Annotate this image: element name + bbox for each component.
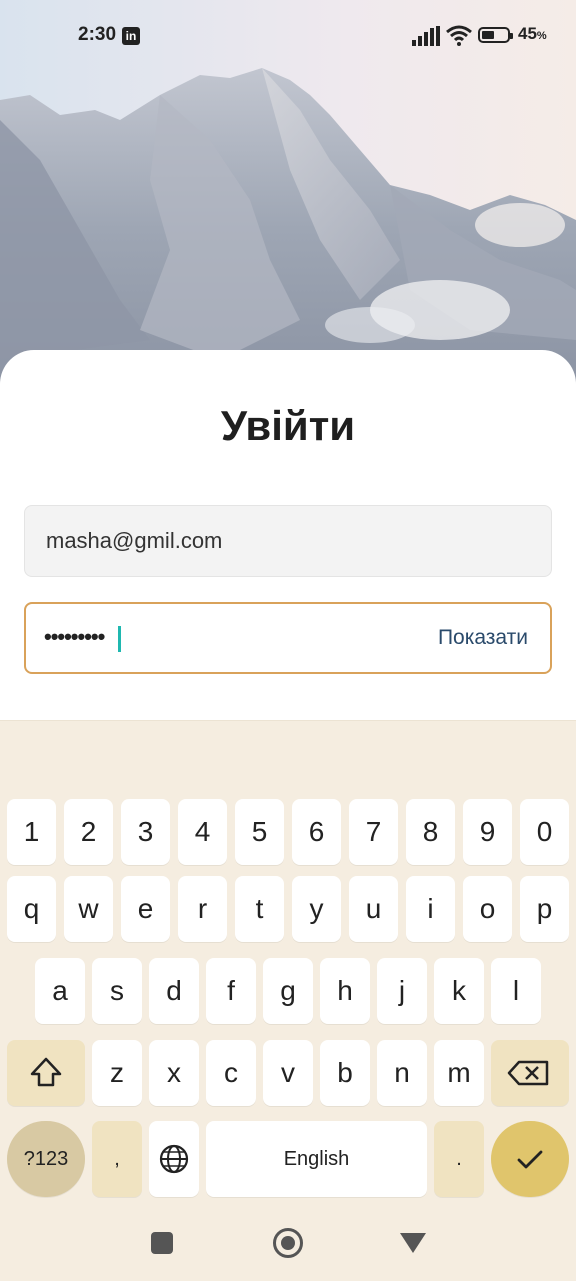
enter-key[interactable]	[491, 1121, 569, 1197]
key-k[interactable]: k	[434, 958, 484, 1024]
key-7[interactable]: 7	[349, 799, 398, 865]
backspace-key[interactable]	[491, 1040, 569, 1106]
key-i[interactable]: i	[406, 876, 455, 942]
key-8[interactable]: 8	[406, 799, 455, 865]
key-5[interactable]: 5	[235, 799, 284, 865]
back-icon[interactable]	[400, 1233, 426, 1253]
email-field[interactable]: masha@gmil.com	[24, 505, 552, 577]
password-masked-value: •••••••••	[44, 624, 105, 649]
key-f[interactable]: f	[206, 958, 256, 1024]
period-key[interactable]: .	[434, 1121, 484, 1197]
key-t[interactable]: t	[235, 876, 284, 942]
key-r[interactable]: r	[178, 876, 227, 942]
system-navigation-bar	[0, 1210, 576, 1280]
key-x[interactable]: x	[149, 1040, 199, 1106]
key-m[interactable]: m	[434, 1040, 484, 1106]
key-h[interactable]: h	[320, 958, 370, 1024]
key-z[interactable]: z	[92, 1040, 142, 1106]
key-s[interactable]: s	[92, 958, 142, 1024]
page-title: Увійти	[220, 402, 356, 449]
symbols-key[interactable]: ?123	[7, 1121, 85, 1197]
key-g[interactable]: g	[263, 958, 313, 1024]
key-l[interactable]: l	[491, 958, 541, 1024]
key-4[interactable]: 4	[178, 799, 227, 865]
language-key[interactable]	[149, 1121, 199, 1197]
key-2[interactable]: 2	[64, 799, 113, 865]
key-e[interactable]: e	[121, 876, 170, 942]
text-cursor	[118, 626, 121, 652]
wifi-icon	[446, 25, 472, 46]
space-key[interactable]: English	[206, 1121, 427, 1197]
shift-icon	[30, 1057, 62, 1087]
status-time: 2:30	[78, 24, 117, 45]
enter-check-icon	[517, 1150, 543, 1169]
shift-key[interactable]	[7, 1040, 85, 1106]
key-p[interactable]: p	[520, 876, 569, 942]
key-d[interactable]: d	[149, 958, 199, 1024]
battery-percent: 45%	[518, 24, 547, 43]
signal-icon	[412, 26, 440, 46]
globe-icon	[159, 1144, 189, 1174]
key-b[interactable]: b	[320, 1040, 370, 1106]
linkedin-icon: in	[122, 27, 140, 45]
email-value: masha@gmil.com	[46, 528, 223, 553]
key-1[interactable]: 1	[7, 799, 56, 865]
key-o[interactable]: o	[463, 876, 512, 942]
recent-apps-icon[interactable]	[151, 1232, 173, 1254]
keyboard: 1 2 3 4 5 6 7 8 9 0 q w e r t y u i o p …	[0, 720, 576, 1281]
key-6[interactable]: 6	[292, 799, 341, 865]
key-w[interactable]: w	[64, 876, 113, 942]
status-bar: 2:30 in 45%	[0, 0, 576, 72]
key-3[interactable]: 3	[121, 799, 170, 865]
key-v[interactable]: v	[263, 1040, 313, 1106]
battery-cap	[510, 33, 513, 39]
key-n[interactable]: n	[377, 1040, 427, 1106]
key-a[interactable]: a	[35, 958, 85, 1024]
key-u[interactable]: u	[349, 876, 398, 942]
comma-key[interactable]: ,	[92, 1121, 142, 1197]
key-0[interactable]: 0	[520, 799, 569, 865]
key-q[interactable]: q	[7, 876, 56, 942]
password-field[interactable]: ••••••••• Показати	[24, 602, 552, 674]
backspace-icon	[507, 1060, 549, 1086]
key-y[interactable]: y	[292, 876, 341, 942]
key-9[interactable]: 9	[463, 799, 512, 865]
home-icon[interactable]	[273, 1228, 303, 1258]
battery-icon	[478, 27, 510, 43]
key-j[interactable]: j	[377, 958, 427, 1024]
key-c[interactable]: c	[206, 1040, 256, 1106]
show-password-button[interactable]: Показати	[438, 626, 528, 650]
